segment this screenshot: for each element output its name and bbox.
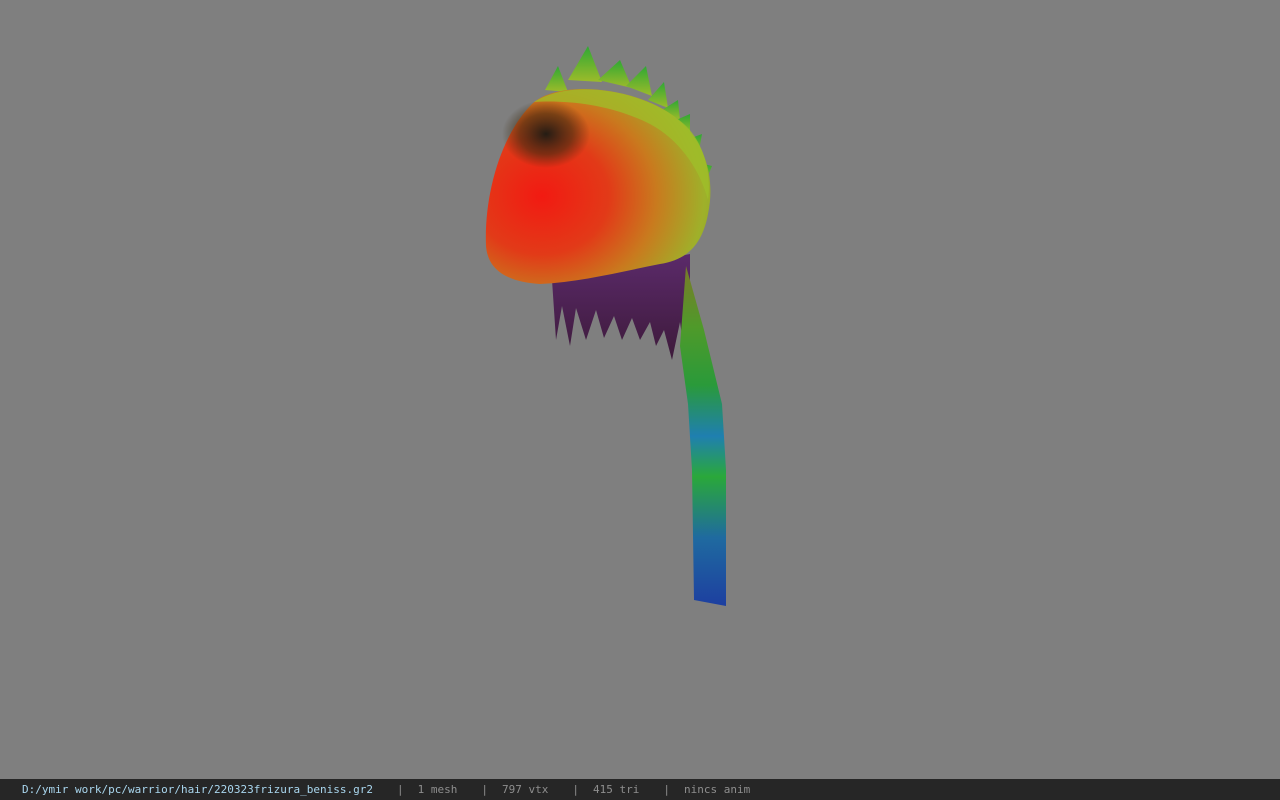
file-path: D:/ymir work/pc/warrior/hair/220323frizu… [22, 783, 373, 796]
separator: | [397, 783, 404, 796]
status-bar: D:/ymir work/pc/warrior/hair/220323frizu… [0, 779, 1280, 800]
model-render [485, 46, 726, 606]
vertex-count: 797 vtx [502, 783, 549, 796]
separator: | [481, 783, 488, 796]
hair-tail [680, 266, 726, 606]
hair-dark-spot [502, 100, 590, 168]
separator: | [572, 783, 579, 796]
separator: | [663, 783, 670, 796]
3d-viewport[interactable] [0, 0, 1280, 779]
triangle-count: 415 tri [592, 783, 640, 796]
mesh-count: 1 mesh [417, 783, 458, 796]
animation-status: nincs anim [683, 783, 751, 796]
